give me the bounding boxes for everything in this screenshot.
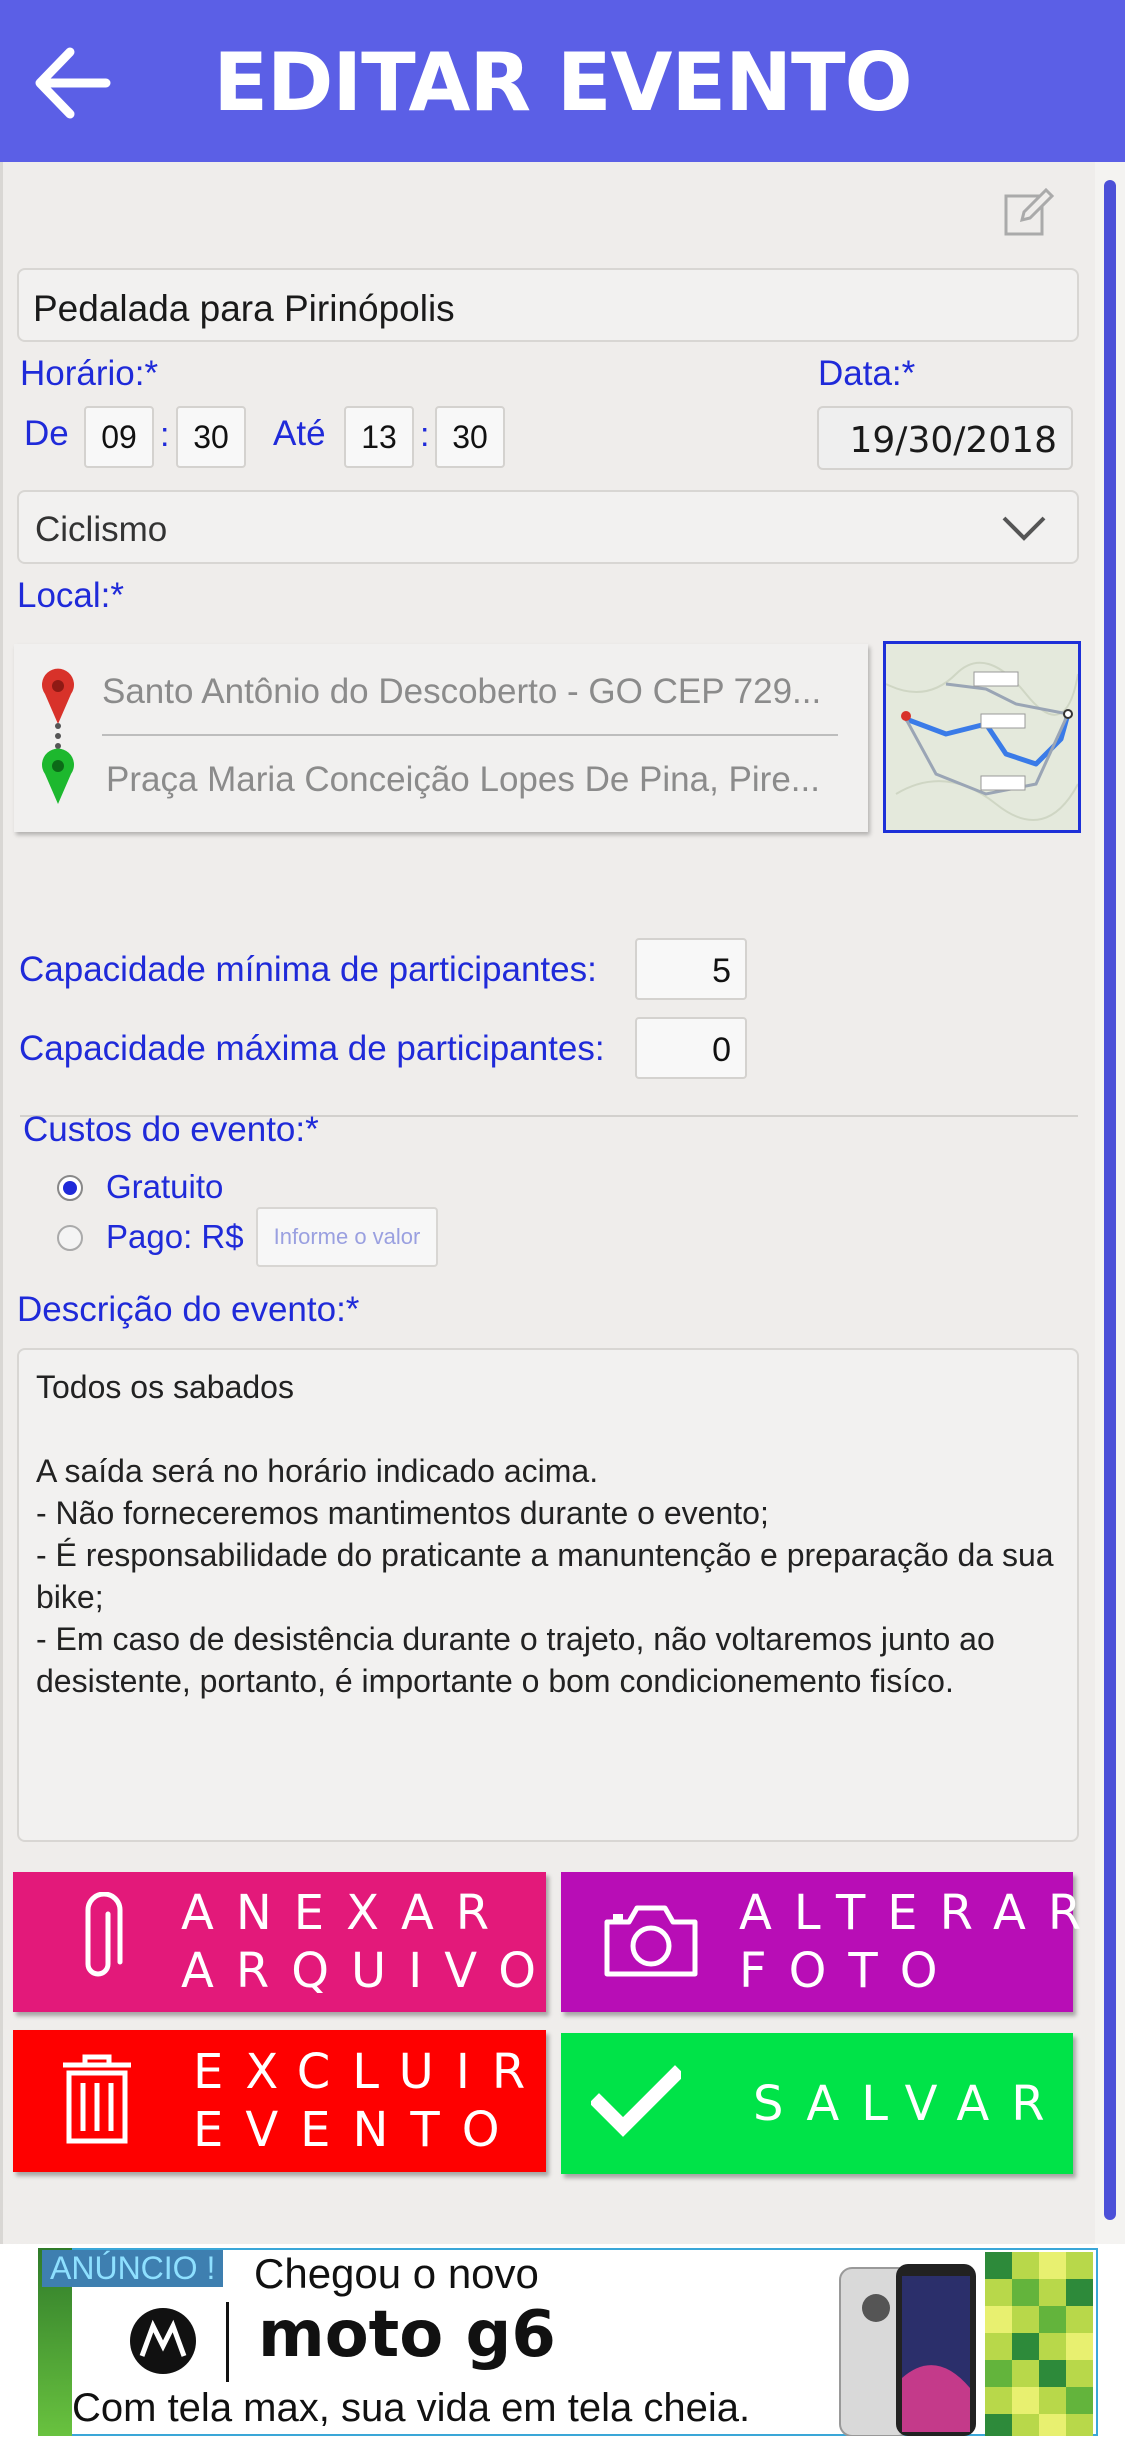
data-label: Data:* (818, 354, 916, 393)
paid-option-label[interactable]: Pago: R$ (106, 1218, 244, 1256)
map-thumbnail[interactable] (883, 641, 1081, 833)
ad-headline[interactable]: Chegou o novo (254, 2250, 539, 2298)
edit-icon[interactable] (1002, 184, 1056, 238)
date-input[interactable]: 19/30/2018 (817, 406, 1073, 470)
origin-pin-icon (37, 664, 79, 726)
start-minute-input[interactable]: 30 (176, 406, 246, 468)
sport-select[interactable]: Ciclismo (17, 490, 1079, 564)
camera-icon (601, 1900, 701, 1985)
ad-pattern (985, 2252, 1093, 2436)
route-divider (102, 734, 838, 736)
paid-radio[interactable] (56, 1224, 84, 1252)
max-capacity-input[interactable]: 0 (635, 1017, 747, 1079)
delete-event-button[interactable]: EXCLUIR EVENTO (13, 2030, 546, 2172)
end-hour-input[interactable]: 13 (344, 406, 414, 468)
horario-label: Horário:* (20, 354, 159, 393)
save-label: SALVAR (753, 2075, 1067, 2132)
origin-address[interactable]: Santo Antônio do Descoberto - GO CEP 729… (102, 672, 862, 712)
destination-pin-icon (37, 744, 79, 806)
change-photo-button[interactable]: ALTERAR FOTO (561, 1872, 1081, 2012)
event-name-input[interactable]: Pedalada para Pirinópolis (17, 268, 1079, 342)
description-label: Descrição do evento:* (17, 1290, 360, 1329)
local-label: Local:* (17, 576, 125, 615)
min-capacity-label: Capacidade mínima de participantes: (19, 950, 597, 989)
price-input[interactable]: Informe o valor (256, 1207, 438, 1267)
paperclip-icon (73, 1891, 123, 1993)
attach-file-button[interactable]: ANEXAR ARQUIVO (13, 1872, 546, 2012)
end-minute-input[interactable]: 30 (435, 406, 505, 468)
max-capacity-label: Capacidade máxima de participantes: (19, 1029, 605, 1068)
checkmark-icon (589, 2065, 685, 2142)
delete-label-line2: EVENTO (193, 2102, 522, 2158)
free-radio[interactable] (56, 1174, 84, 1202)
scrollbar-thumb[interactable] (1104, 180, 1116, 2220)
photo-label-line1: ALTERAR (739, 1885, 1104, 1941)
phone-image (836, 2258, 986, 2437)
ad-divider (226, 2302, 229, 2382)
ad-brand[interactable]: moto g6 (258, 2298, 556, 2372)
min-capacity-input[interactable]: 5 (635, 938, 747, 1000)
attach-label-line2: ARQUIVO (181, 1943, 559, 1999)
page-title: EDITAR EVENTO (213, 36, 912, 129)
ate-label: Até (273, 414, 326, 453)
chevron-down-icon[interactable] (998, 510, 1050, 546)
trash-icon (59, 2051, 135, 2152)
save-button[interactable]: SALVAR (561, 2033, 1073, 2174)
costs-label: Custos do evento:* (23, 1110, 319, 1149)
de-label: De (24, 414, 69, 453)
description-textarea[interactable]: Todos os sabados A saída será no horário… (17, 1348, 1079, 1842)
photo-label-line2: FOTO (739, 1943, 960, 1999)
free-option-label[interactable]: Gratuito (106, 1168, 223, 1206)
ad-subtext[interactable]: Com tela max, sua vida em tela cheia. (72, 2386, 750, 2431)
time-separator: : (420, 416, 430, 454)
delete-label-line1: EXCLUIR (193, 2044, 548, 2100)
time-separator: : (160, 416, 170, 454)
ad-badge: ANÚNCIO ! (42, 2250, 224, 2287)
attach-label-line1: ANEXAR (181, 1885, 512, 1941)
start-hour-input[interactable]: 09 (84, 406, 154, 468)
destination-address[interactable]: Praça Maria Conceição Lopes De Pina, Pir… (106, 760, 836, 800)
motorola-logo-icon (128, 2306, 198, 2376)
